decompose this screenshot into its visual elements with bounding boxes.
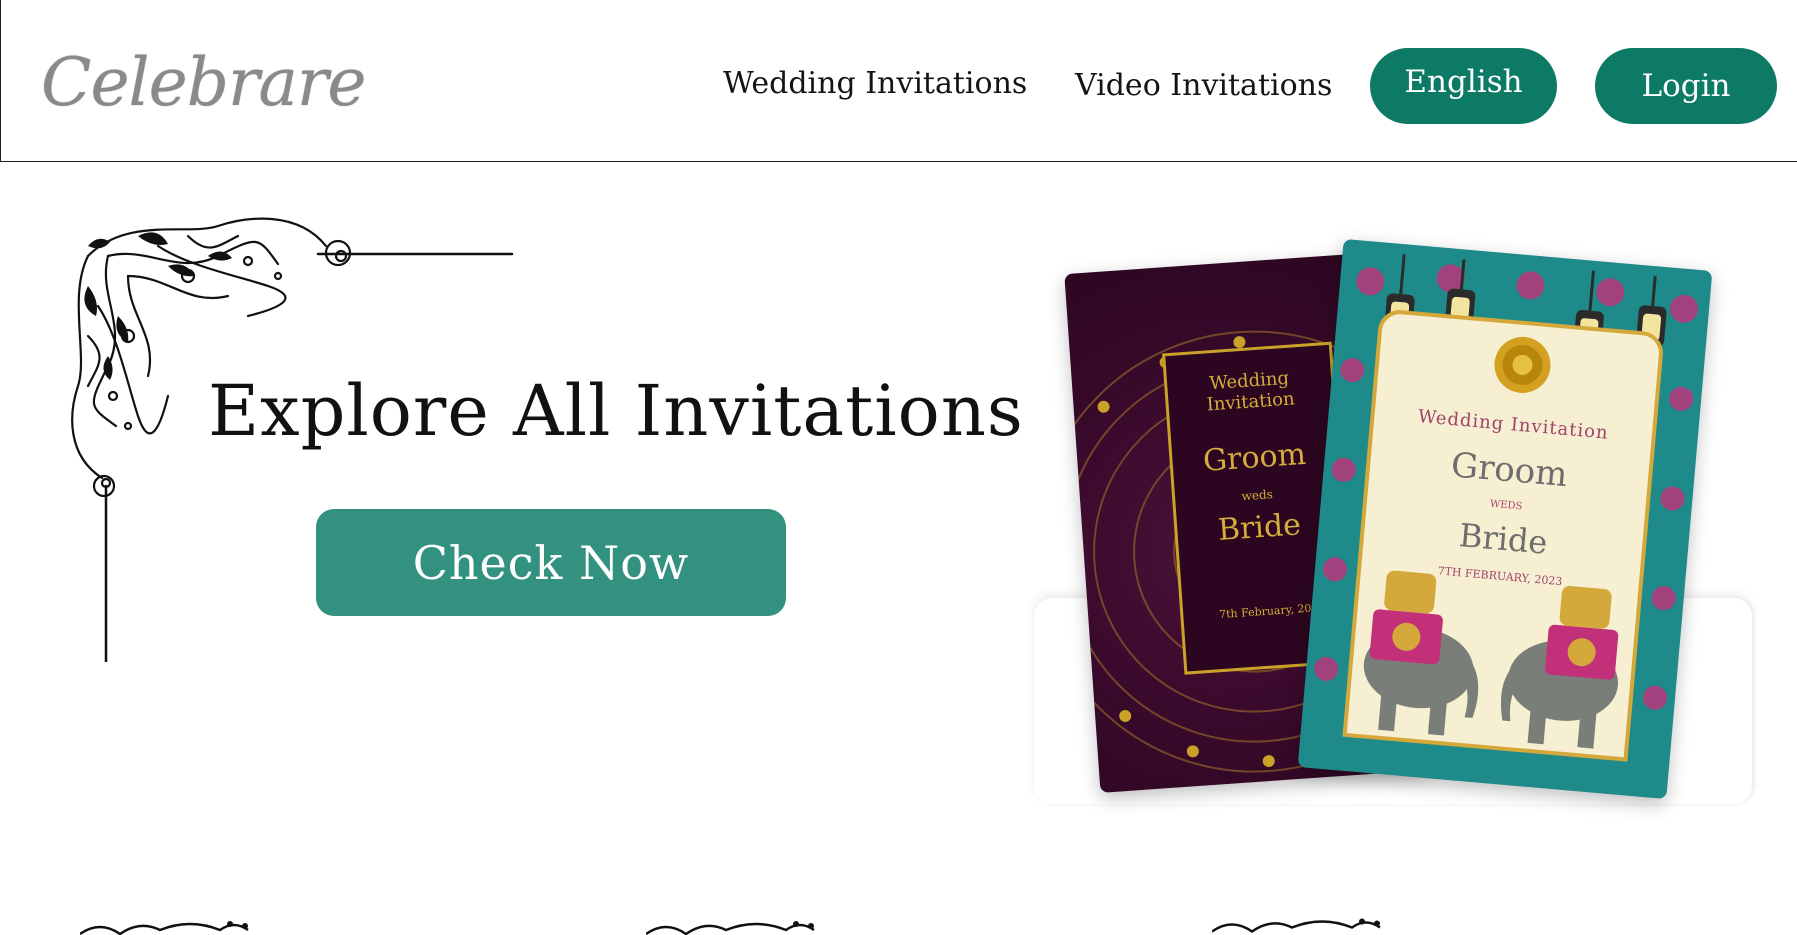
nav-video-invitations[interactable]: Video Invitations — [1075, 68, 1332, 103]
logo[interactable]: Celebrare — [41, 44, 366, 121]
language-button[interactable]: English — [1370, 48, 1557, 124]
ganesha-emblem-icon — [1494, 336, 1551, 393]
card-heading: Wedding Invitation — [1417, 406, 1610, 444]
section-ornament-icon — [80, 921, 249, 935]
login-button[interactable]: Login — [1595, 48, 1777, 124]
card-panel: Wedding Invitation Groom WEDS Bride 7TH … — [1342, 308, 1665, 762]
card-heading: Wedding Invitation — [1205, 367, 1296, 416]
invitation-card-teal[interactable]: Wedding Invitation Groom WEDS Bride 7TH … — [1297, 238, 1713, 800]
check-now-button[interactable]: Check Now — [316, 509, 786, 616]
site-header: Celebrare Wedding Invitations Video Invi… — [0, 0, 1797, 162]
card-groom: Groom — [1201, 436, 1308, 479]
section-ornament-icon — [1212, 918, 1381, 934]
nav-wedding-invitations[interactable]: Wedding Invitations — [723, 66, 1027, 101]
section-ornament-icon — [646, 921, 815, 935]
hero-title: Explore All Invitations — [208, 370, 1024, 452]
card-weds: weds — [1241, 487, 1274, 504]
elephants-illustration — [1363, 570, 1619, 749]
